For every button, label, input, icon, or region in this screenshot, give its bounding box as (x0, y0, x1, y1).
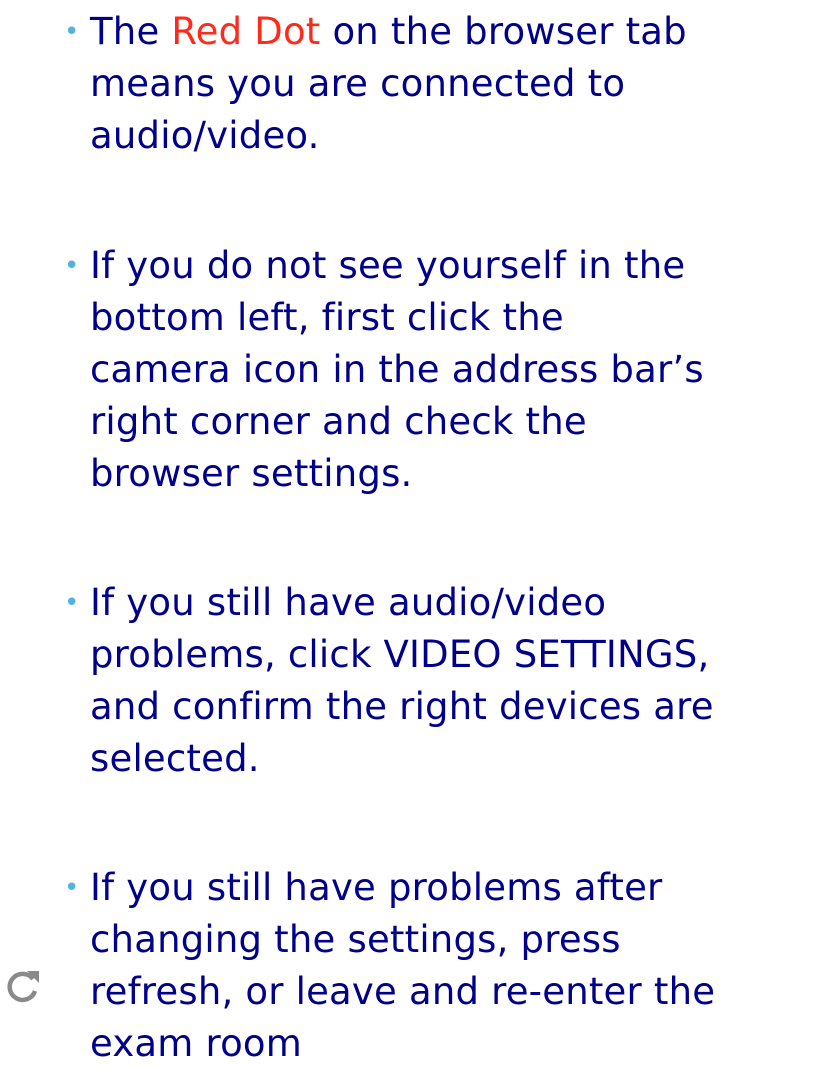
bullet-line: refresh, or leave and re-enter the (90, 970, 716, 1013)
bullet-line: right corner and check the (90, 400, 587, 443)
bullet-line: means you are connected to (90, 62, 626, 105)
text-fragment: The (90, 10, 172, 53)
bullet-line: problems, click VIDEO SETTINGS, (90, 633, 710, 676)
bullet-line: If you still have problems after (90, 866, 663, 909)
refresh-icon (7, 971, 39, 1003)
instruction-slide: • The Red Dot on the browser tab means y… (0, 0, 823, 1065)
bullet-line: bottom left, first click the (90, 296, 564, 339)
bullet-video-settings: • If you still have audio/video problems… (64, 577, 820, 785)
text-fragment: on the browser tab (320, 10, 687, 53)
bullet-line: changing the settings, press (90, 918, 621, 961)
red-dot-highlight: Red Dot (171, 10, 321, 53)
bullet-line: The Red Dot on the browser tab (90, 6, 820, 58)
bullet-line: audio/video. (90, 114, 320, 157)
bullet-line: If you do not see yourself in the (90, 244, 686, 287)
bullet-refresh: • If you still have problems after chang… (64, 862, 820, 1070)
bullet-line: If you still have audio/video (90, 581, 607, 624)
bullet-red-dot: • The Red Dot on the browser tab means y… (64, 6, 820, 162)
bullet-marker: • (64, 17, 80, 47)
bullet-marker: • (64, 873, 80, 903)
refresh-arc (7, 971, 38, 1003)
bullet-line: browser settings. (90, 452, 413, 495)
bullet-marker: • (64, 251, 80, 281)
bullet-camera-settings: • If you do not see yourself in the bott… (64, 240, 820, 500)
bullet-line: and confirm the right devices are (90, 685, 714, 728)
bullet-marker: • (64, 588, 80, 618)
bullet-line: exam room (90, 1022, 303, 1065)
bullet-line: camera icon in the address bar’s (90, 348, 704, 391)
bullet-line: selected. (90, 737, 260, 780)
